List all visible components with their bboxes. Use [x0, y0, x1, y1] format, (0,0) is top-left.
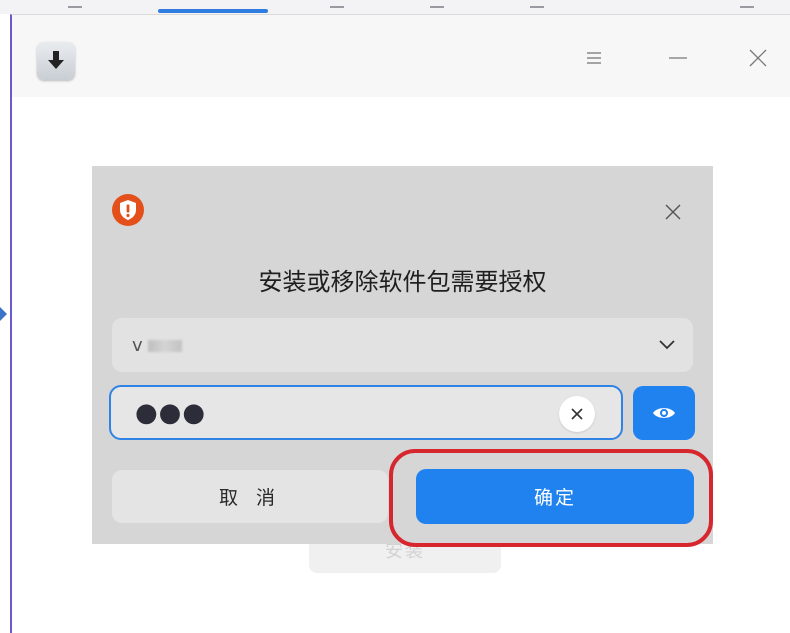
- clear-input-icon[interactable]: [559, 396, 595, 432]
- minimize-icon[interactable]: [663, 45, 693, 71]
- background-window-strip: [0, 0, 790, 14]
- menu-icon[interactable]: [579, 45, 609, 71]
- chevron-down-icon: [657, 336, 677, 355]
- show-password-button[interactable]: [633, 386, 695, 440]
- user-select-value: v: [132, 335, 143, 356]
- dialog-title: 安装或移除软件包需要授权: [258, 268, 547, 296]
- background-fragment: [530, 2, 544, 8]
- close-icon[interactable]: [743, 45, 773, 71]
- shield-alert-icon: [111, 193, 145, 227]
- user-select[interactable]: v: [112, 318, 693, 372]
- download-arrow-icon: [37, 42, 75, 80]
- dialog-close-icon[interactable]: [661, 200, 685, 224]
- titlebar: [12, 15, 790, 97]
- background-fragment: [430, 2, 444, 8]
- password-masked-value: ●●●: [135, 398, 207, 428]
- background-fragment: [740, 2, 754, 8]
- expand-arrow-icon: [0, 307, 7, 321]
- user-name-redacted: [148, 340, 182, 352]
- background-fragment: [330, 2, 344, 8]
- background-tab-indicator: [158, 9, 268, 13]
- confirm-highlight-annotation: [389, 449, 713, 547]
- eye-icon: [653, 408, 675, 418]
- password-field[interactable]: ●●●: [109, 385, 623, 440]
- background-fragment: [68, 2, 82, 8]
- cancel-button[interactable]: 取 消: [112, 470, 388, 523]
